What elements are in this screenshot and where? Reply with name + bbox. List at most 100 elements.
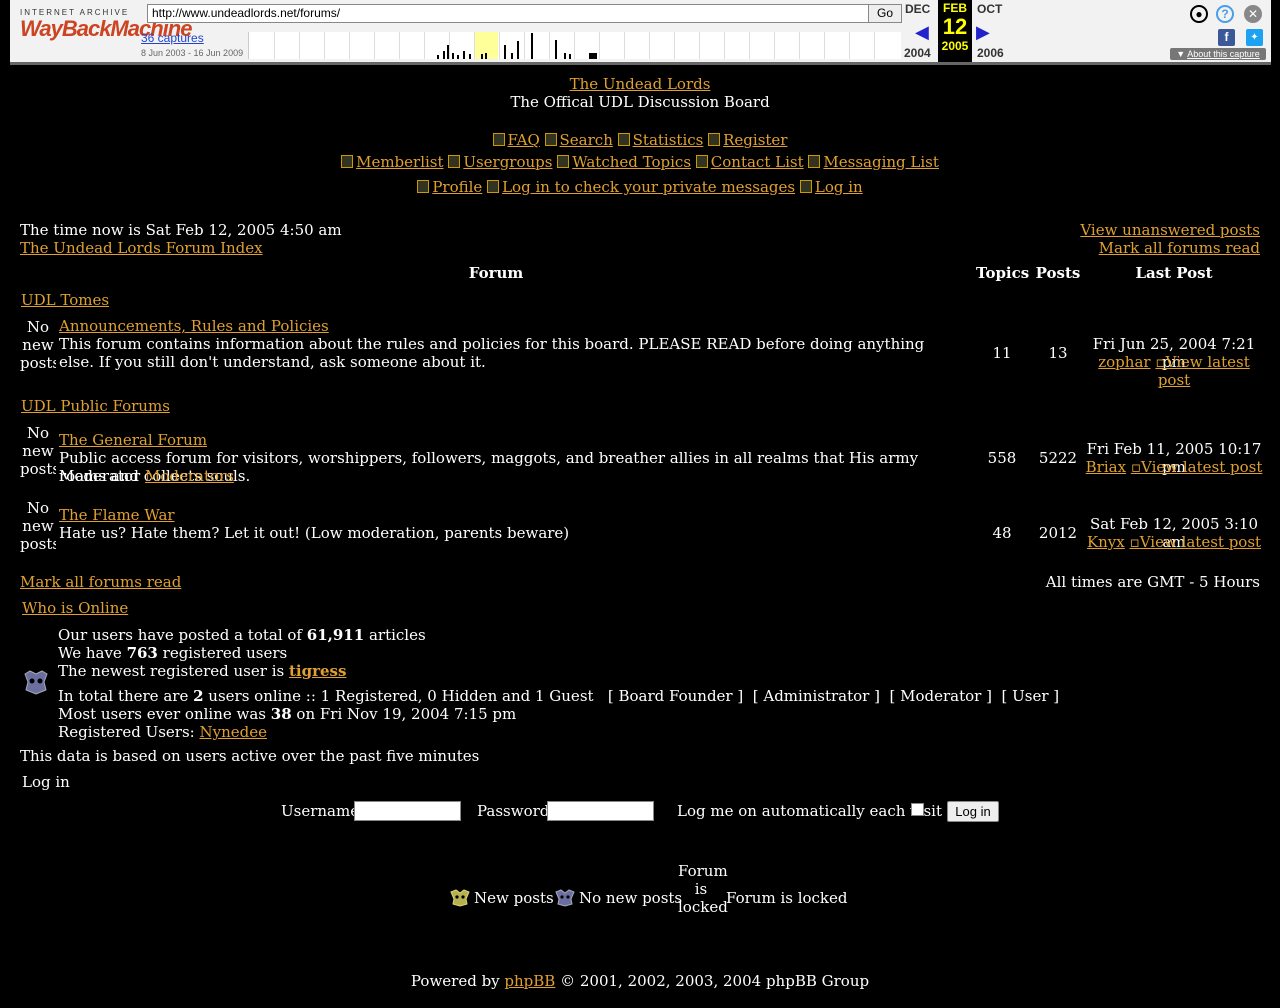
sparkline-divider — [449, 32, 450, 59]
phpbb-link[interactable]: phpBB — [504, 972, 555, 990]
powered-pre: Powered by — [410, 972, 505, 990]
sparkline-bar — [531, 33, 533, 59]
sparkline-divider — [649, 32, 650, 59]
category-udl-public-forums[interactable]: UDL Public Forums — [21, 397, 170, 415]
user-account-icon[interactable]: ● — [1190, 5, 1208, 23]
nav-messaging-list[interactable]: Messaging List — [808, 153, 939, 171]
sparkline-divider — [499, 32, 500, 59]
forum-desc-flame-war: Hate us? Hate them? Let it out! (Low mod… — [59, 524, 570, 542]
last-post-user-link[interactable]: zophar — [1098, 353, 1150, 371]
nav-statistics[interactable]: Statistics — [617, 131, 703, 149]
watched-topics-icon — [557, 155, 570, 168]
online-line1-num: 61,911 — [306, 626, 365, 644]
view-latest-post-icon[interactable]: ▫View latest post — [1130, 533, 1262, 551]
about-capture-label: About this capture — [1187, 49, 1260, 59]
nav-register[interactable]: Register — [708, 131, 787, 149]
username-label: Username: — [281, 802, 365, 820]
category-udl-tomes[interactable]: UDL Tomes — [21, 291, 109, 309]
sparkline-bar — [564, 53, 566, 59]
wayback-logo[interactable]: INTERNET ARCHIVE WayBackMachine — [20, 8, 192, 41]
registered-user-link[interactable]: Nynedee — [200, 723, 268, 741]
wayback-capture-range: 8 Jun 2003 - 16 Jun 2009 — [141, 48, 244, 58]
auto-login-checkbox[interactable] — [911, 803, 924, 816]
site-title-link[interactable]: The Undead Lords — [570, 75, 711, 93]
wayback-sparkline[interactable] — [248, 32, 901, 59]
forum-topics-count: 558 — [987, 449, 1017, 467]
wayback-current-month: FEB — [943, 1, 967, 15]
nav-login[interactable]: Log in — [799, 178, 863, 196]
sparkline-divider — [399, 32, 400, 59]
forum-link-flame-war[interactable]: The Flame War — [59, 506, 175, 524]
view-latest-post-icon[interactable]: ▫View latest post — [1131, 458, 1263, 476]
sparkline-divider — [874, 32, 875, 59]
forum-link-announcements[interactable]: Announcements, Rules and Policies — [59, 317, 329, 335]
online-line2-num: 763 — [126, 644, 158, 662]
view-latest-post-icon[interactable]: ▫View latest post — [1155, 353, 1249, 389]
view-unanswered-link[interactable]: View unanswered posts — [1080, 221, 1260, 239]
sparkline-divider — [824, 32, 825, 59]
wayback-next-month[interactable]: OCT — [977, 2, 1002, 16]
close-icon[interactable]: ✕ — [1244, 5, 1262, 23]
usergroups-icon — [448, 155, 461, 168]
wayback-go-button[interactable]: Go — [868, 4, 902, 23]
wayback-next-arrow-icon[interactable]: ▶ — [976, 22, 990, 43]
new-posts-label: New posts — [474, 889, 554, 907]
wayback-prev-month[interactable]: DEC — [905, 2, 930, 16]
sparkline-divider — [774, 32, 775, 59]
nav-private-messages[interactable]: Log in to check your private messages — [487, 178, 795, 196]
sparkline-bar — [589, 53, 597, 59]
password-input[interactable] — [547, 801, 654, 821]
online-line4-num: 2 — [193, 687, 204, 705]
sparkline-bar — [452, 53, 454, 59]
help-icon[interactable]: ? — [1216, 5, 1234, 23]
nav-memberlist[interactable]: Memberlist — [341, 153, 444, 171]
online-line4-post: users online :: 1 Registered, 0 Hidden a… — [203, 687, 1060, 705]
nav-row-3: Profile Log in to check your private mes… — [0, 178, 1280, 196]
forum-link-general[interactable]: The General Forum — [59, 431, 207, 449]
facebook-icon[interactable]: f — [1218, 29, 1235, 46]
nav-faq[interactable]: FAQ — [492, 131, 540, 149]
wayback-prev-year[interactable]: 2004 — [904, 46, 931, 60]
moderator-link[interactable]: Moderators — [145, 467, 234, 485]
sparkline-divider — [349, 32, 350, 59]
mark-read-top-link[interactable]: Mark all forums read — [1099, 239, 1260, 257]
powered-post: © 2001, 2002, 2003, 2004 phpBB Group — [555, 972, 870, 990]
who-is-online-link[interactable]: Who is Online — [22, 599, 128, 617]
forum-last-post: zophar ▫View latest post — [1084, 353, 1264, 389]
wayback-next-year[interactable]: 2006 — [977, 46, 1004, 60]
wayback-url-input[interactable]: http://www.undeadlords.net/forums/ — [147, 4, 869, 23]
nav-contact-list[interactable]: Contact List — [695, 153, 804, 171]
register-icon — [708, 133, 721, 146]
sparkline-divider — [599, 32, 600, 59]
statistics-icon — [617, 133, 630, 146]
nav-faq-label: FAQ — [507, 131, 540, 149]
nav-watched-topics[interactable]: Watched Topics — [557, 153, 691, 171]
forum-desc-announcements: This forum contains information about th… — [59, 335, 925, 371]
mark-read-bottom-link[interactable]: Mark all forums read — [20, 573, 181, 591]
sparkline-divider — [524, 32, 525, 59]
about-capture-button[interactable]: ▼ About this capture — [1170, 48, 1266, 60]
online-data-note: This data is based on users active over … — [20, 747, 480, 765]
wayback-captures-link[interactable]: 36 captures — [141, 31, 204, 45]
last-post-user-link[interactable]: Briax — [1086, 458, 1126, 476]
nav-row-1: FAQ Search Statistics Register — [0, 131, 1280, 149]
sparkline-bar — [481, 54, 483, 59]
nav-usergroups[interactable]: Usergroups — [448, 153, 552, 171]
profile-icon — [417, 180, 430, 193]
breadcrumb-forum-index[interactable]: The Undead Lords Forum Index — [20, 239, 263, 257]
wayback-current-date: FEB 12 2005 — [938, 0, 972, 62]
login-button[interactable]: Log in — [947, 801, 999, 822]
newest-user-link[interactable]: tigress — [289, 662, 346, 680]
wayback-prev-arrow-icon[interactable]: ◀ — [915, 22, 929, 43]
faq-icon — [492, 133, 505, 146]
username-input[interactable] — [354, 801, 461, 821]
twitter-icon[interactable]: ✦ — [1246, 29, 1263, 46]
last-post-user-link[interactable]: Knyx — [1087, 533, 1125, 551]
wayback-current-day: 12 — [942, 14, 968, 39]
nav-private-messages-label: Log in to check your private messages — [502, 178, 796, 196]
site-subtitle: The Offical UDL Discussion Board — [510, 93, 770, 111]
forum-status-icon: No new posts — [20, 318, 56, 372]
sparkline-divider — [324, 32, 325, 59]
nav-profile[interactable]: Profile — [417, 178, 482, 196]
nav-search[interactable]: Search — [544, 131, 613, 149]
